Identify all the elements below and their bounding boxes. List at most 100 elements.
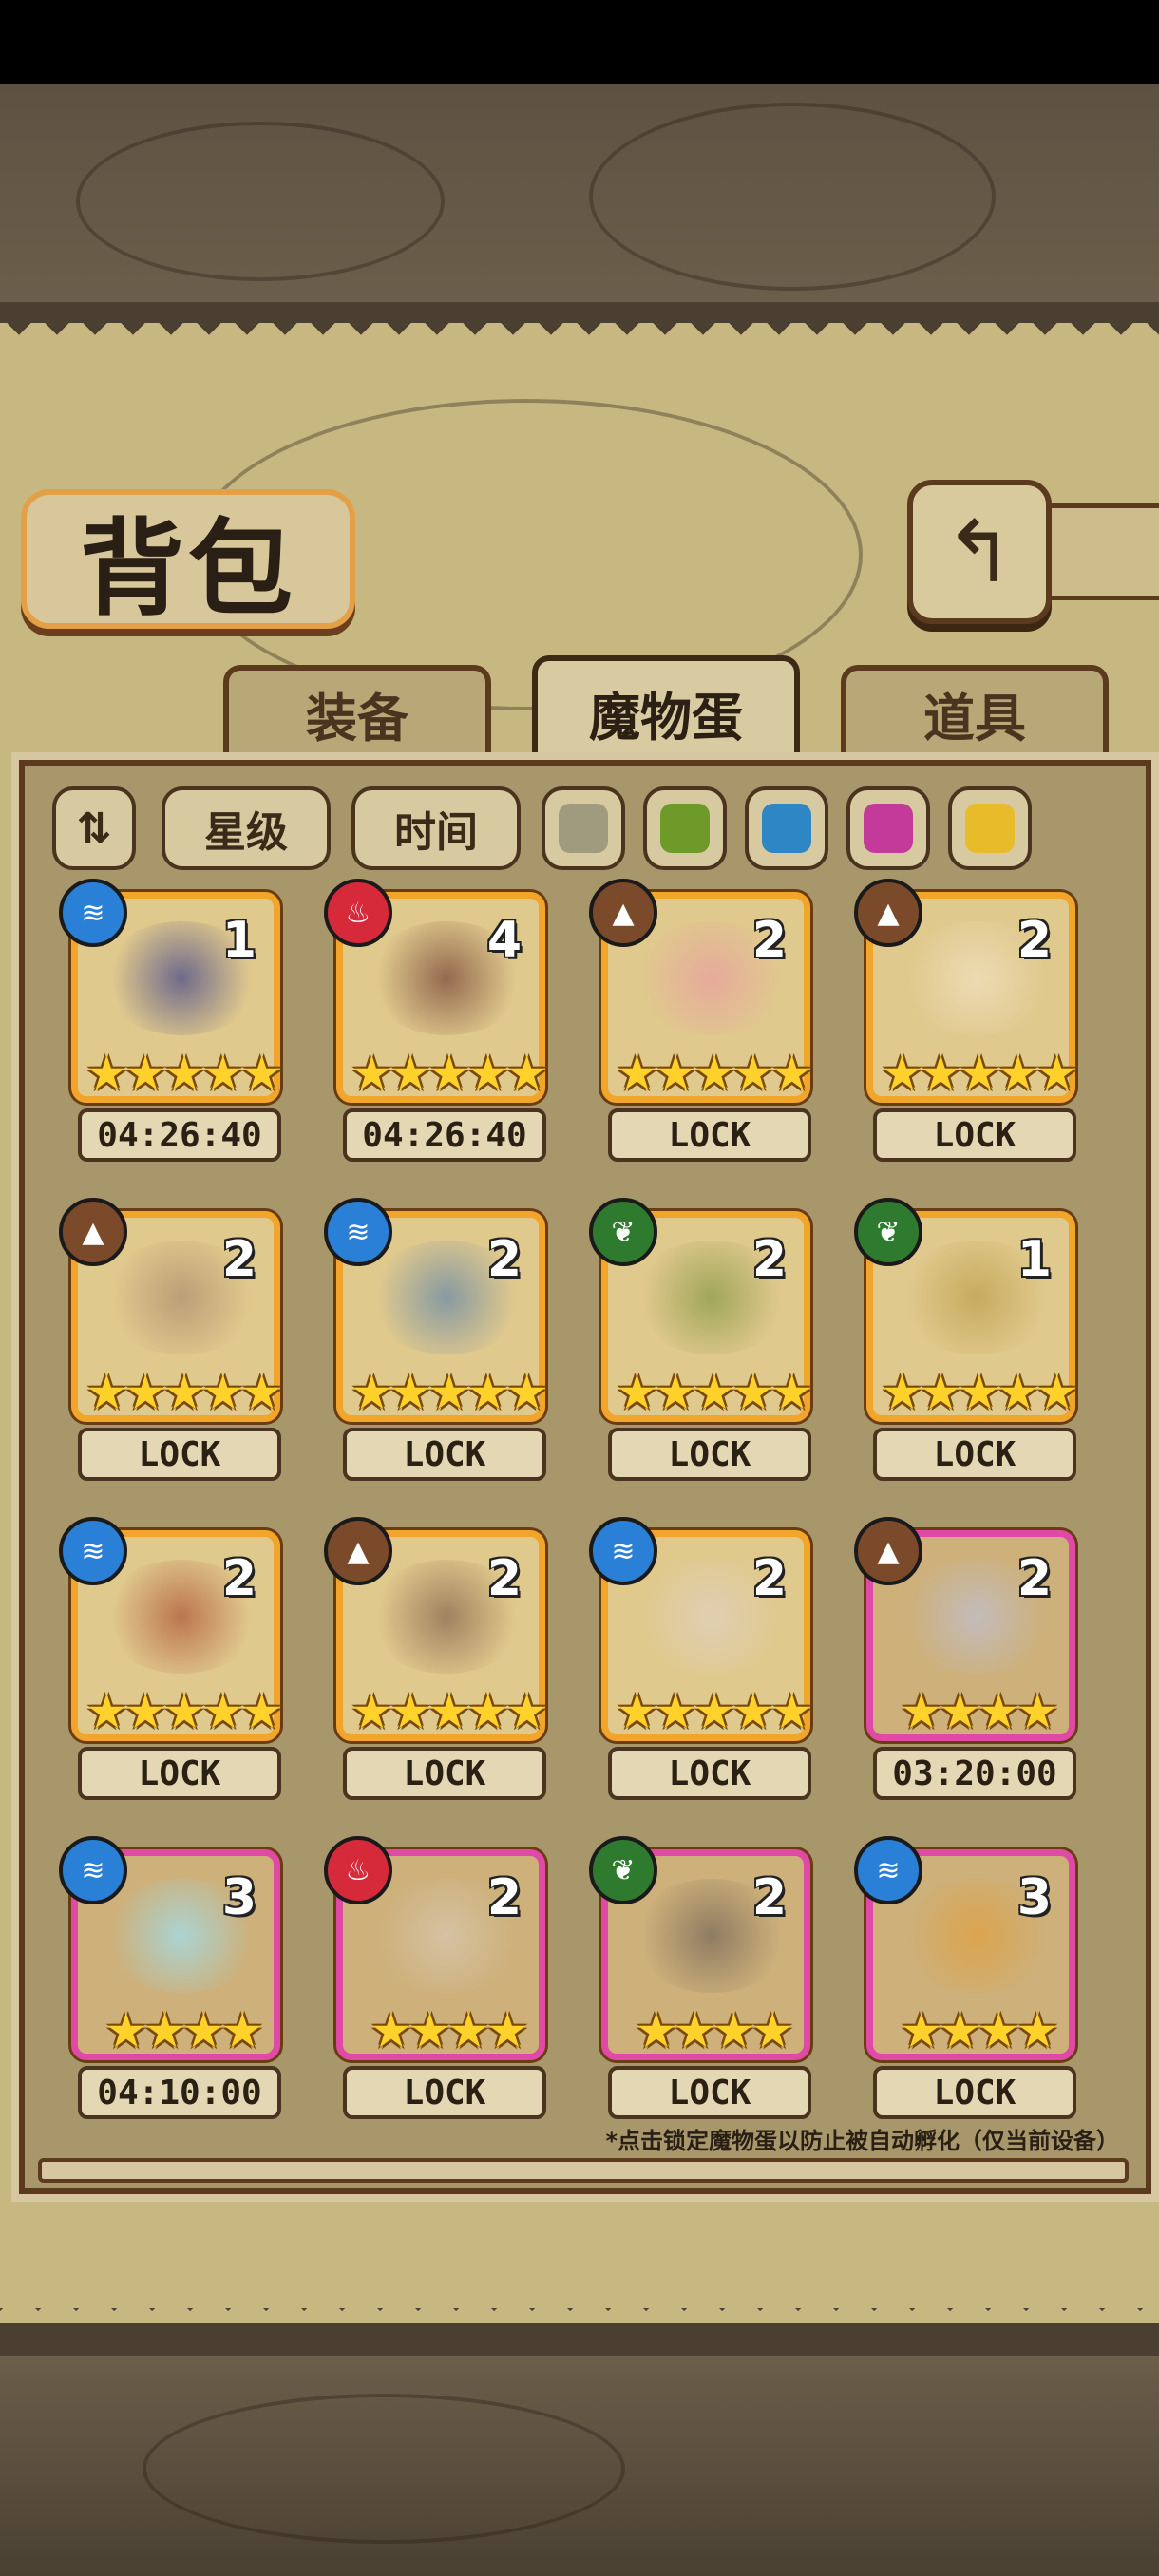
map-background-bottom [0, 2356, 1159, 2576]
egg-card[interactable]: 3 ★★★★ ≋ LOCK [854, 1836, 1080, 2121]
earth-element-icon: ▲ [59, 1198, 127, 1266]
egg-status-label[interactable]: LOCK [608, 1108, 811, 1162]
egg-count: 2 [751, 1550, 787, 1607]
egg-card[interactable]: 4 ★★★★★ ♨ 04:26:40 [324, 879, 550, 1164]
back-button[interactable]: ↰ [907, 480, 1052, 624]
star-rating: ★★★★ [635, 2003, 793, 2058]
sort-by-star-button[interactable]: 星级 [162, 786, 331, 870]
egg-card[interactable]: 1 ★★★★★ ≋ 04:26:40 [59, 879, 285, 1164]
egg-count: 3 [221, 1869, 256, 1926]
water-element-icon: ≋ [59, 1836, 127, 1904]
star-rating: ★★★★ [900, 1684, 1058, 1739]
egg-count: 2 [486, 1231, 522, 1288]
fire-element-icon: ♨ [324, 879, 392, 947]
tab-items[interactable]: 道具 [841, 665, 1109, 756]
star-rating: ★★★★ [370, 2003, 528, 2058]
color-swatch [864, 804, 913, 853]
return-arrow-icon: ↰ [943, 502, 1016, 602]
nature-element-icon: ❦ [589, 1198, 657, 1266]
egg-count: 2 [486, 1550, 522, 1607]
earth-element-icon: ▲ [324, 1517, 392, 1585]
parchment-edge-bottom [0, 2299, 1159, 2323]
egg-status-label[interactable]: LOCK [343, 1747, 546, 1800]
egg-status-label[interactable]: LOCK [78, 1747, 281, 1800]
filter-green-button[interactable] [643, 786, 727, 870]
star-rating: ★★★★★ [615, 1684, 813, 1739]
sort-by-time-button[interactable]: 时间 [352, 786, 521, 870]
egg-status-label[interactable]: 03:20:00 [873, 1747, 1076, 1800]
egg-card[interactable]: 2 ★★★★★ ≋ LOCK [59, 1517, 285, 1802]
tab-bar: 装备 魔物蛋 道具 [14, 655, 1145, 764]
egg-card[interactable]: 2 ★★★★ ♨ LOCK [324, 1836, 550, 2121]
egg-status-label[interactable]: LOCK [608, 1747, 811, 1800]
egg-card[interactable]: 3 ★★★★ ≋ 04:10:00 [59, 1836, 285, 2121]
egg-status-label[interactable]: 04:26:40 [78, 1108, 281, 1162]
star-rating: ★★★★★ [85, 1684, 283, 1739]
nature-element-icon: ❦ [854, 1198, 922, 1266]
egg-status-label[interactable]: 04:10:00 [78, 2066, 281, 2119]
egg-status-label[interactable]: LOCK [873, 1428, 1076, 1481]
star-rating: ★★★★ [104, 2003, 263, 2058]
egg-card[interactable]: 2 ★★★★ ❦ LOCK [589, 1836, 815, 2121]
egg-count: 4 [486, 912, 522, 969]
egg-count: 1 [221, 912, 256, 969]
parchment-edge-top [0, 323, 1159, 348]
tab-monster-eggs[interactable]: 魔物蛋 [532, 655, 800, 764]
earth-element-icon: ▲ [854, 879, 922, 947]
color-swatch [965, 804, 1015, 853]
earth-element-icon: ▲ [854, 1517, 922, 1585]
tab-equipment[interactable]: 装备 [223, 665, 491, 756]
filter-gray-button[interactable] [542, 786, 625, 870]
egg-card[interactable]: 1 ★★★★★ ❦ LOCK [854, 1198, 1080, 1483]
filter-gold-button[interactable] [948, 786, 1032, 870]
star-rating: ★★★★★ [615, 1046, 813, 1101]
egg-card[interactable]: 2 ★★★★★ ≋ LOCK [589, 1517, 815, 1802]
nature-element-icon: ❦ [589, 1836, 657, 1904]
egg-count: 2 [221, 1550, 256, 1607]
filter-purple-button[interactable] [846, 786, 930, 870]
fire-element-icon: ♨ [324, 1836, 392, 1904]
egg-card[interactable]: 2 ★★★★★ ❦ LOCK [589, 1198, 815, 1483]
color-swatch [762, 804, 811, 853]
star-rating: ★★★★★ [880, 1046, 1078, 1101]
star-rating: ★★★★★ [85, 1365, 283, 1420]
egg-card[interactable]: 2 ★★★★★ ▲ LOCK [854, 879, 1080, 1164]
egg-card[interactable]: 2 ★★★★★ ▲ LOCK [59, 1198, 285, 1483]
water-element-icon: ≋ [59, 879, 127, 947]
color-swatch [660, 804, 710, 853]
water-element-icon: ≋ [324, 1198, 392, 1266]
egg-count: 2 [1016, 1550, 1052, 1607]
egg-card[interactable]: 2 ★★★★★ ≋ LOCK [324, 1198, 550, 1483]
water-element-icon: ≋ [59, 1517, 127, 1585]
egg-count: 2 [751, 912, 787, 969]
egg-count: 2 [221, 1231, 256, 1288]
star-rating: ★★★★★ [615, 1365, 813, 1420]
egg-card[interactable]: 2 ★★★★★ ▲ LOCK [589, 879, 815, 1164]
egg-count: 2 [1016, 912, 1052, 969]
sort-toggle-button[interactable]: ⇅ [52, 786, 136, 870]
lock-hint-note: *点击锁定魔物蛋以防止被自动孵化（仅当前设备） [605, 2128, 1119, 2154]
egg-status-label[interactable]: LOCK [873, 1108, 1076, 1162]
egg-status-label[interactable]: LOCK [873, 2066, 1076, 2119]
egg-status-label[interactable]: LOCK [343, 1428, 546, 1481]
star-rating: ★★★★★ [880, 1365, 1078, 1420]
sort-icon: ⇅ [76, 804, 112, 853]
egg-status-label[interactable]: LOCK [343, 2066, 546, 2119]
egg-count: 1 [1016, 1231, 1052, 1288]
filter-blue-button[interactable] [745, 786, 828, 870]
star-rating: ★★★★★ [350, 1365, 548, 1420]
egg-status-label[interactable]: 04:26:40 [343, 1108, 546, 1162]
egg-count: 2 [751, 1869, 787, 1926]
egg-status-label[interactable]: LOCK [608, 1428, 811, 1481]
egg-card[interactable]: 2 ★★★★ ▲ 03:20:00 [854, 1517, 1080, 1802]
egg-status-label[interactable]: LOCK [608, 2066, 811, 2119]
panel-bottom-divider [38, 2158, 1129, 2183]
star-rating: ★★★★★ [350, 1684, 548, 1739]
status-bar [0, 0, 1159, 84]
egg-count: 2 [486, 1869, 522, 1926]
egg-count: 2 [751, 1231, 787, 1288]
egg-card[interactable]: 2 ★★★★★ ▲ LOCK [324, 1517, 550, 1802]
water-element-icon: ≋ [854, 1836, 922, 1904]
egg-status-label[interactable]: LOCK [78, 1428, 281, 1481]
star-rating: ★★★★★ [350, 1046, 548, 1101]
